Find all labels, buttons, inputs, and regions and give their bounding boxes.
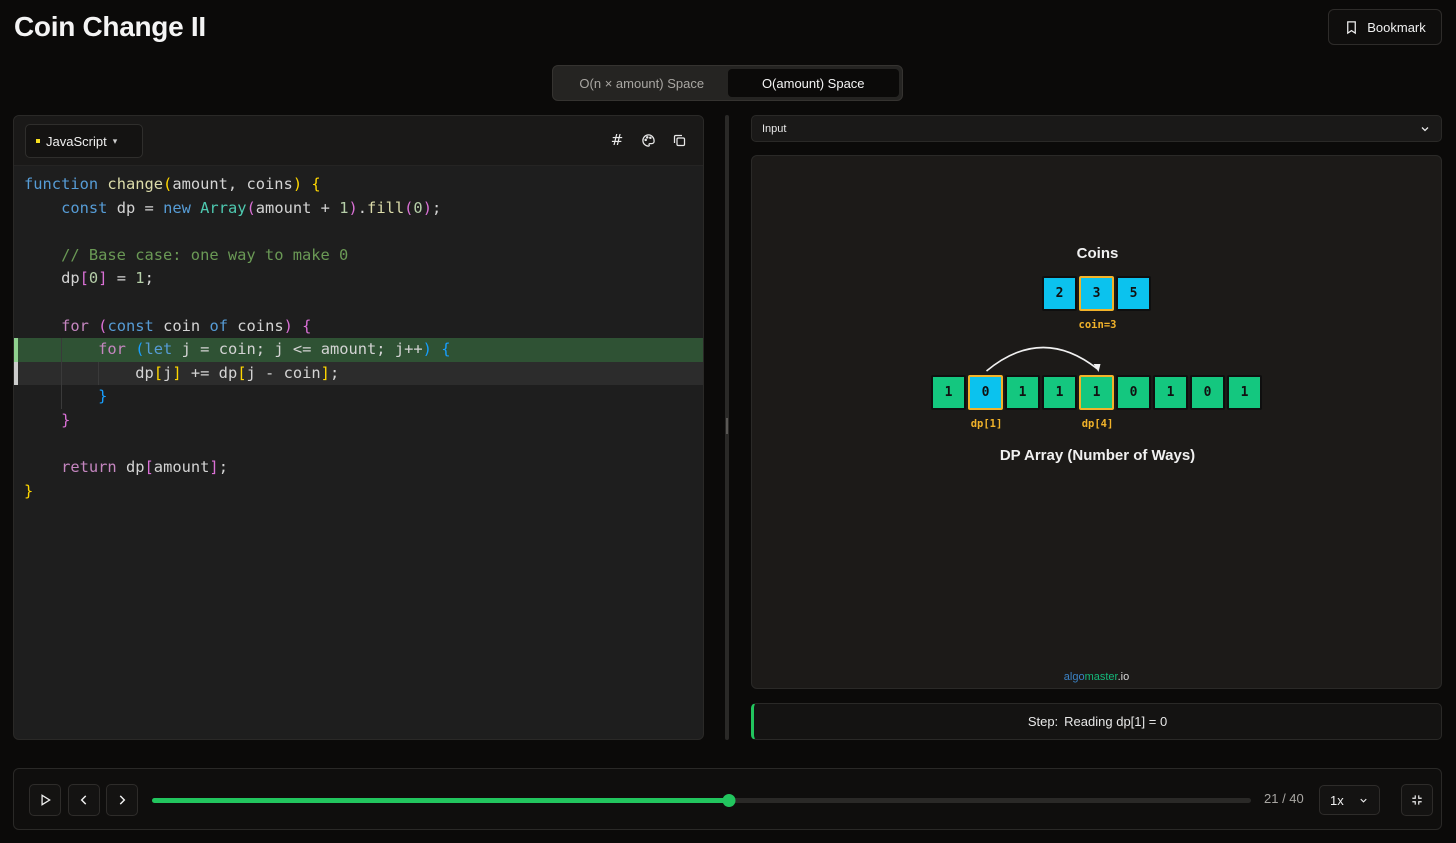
exit-fullscreen-button[interactable] — [1401, 784, 1433, 816]
progress-fill — [152, 798, 729, 803]
palette-icon[interactable] — [640, 132, 656, 148]
coin-cell: 5 — [1116, 276, 1151, 311]
dp-cell: 1 — [1227, 375, 1262, 410]
copy-icon[interactable] — [671, 132, 687, 148]
chevron-right-icon — [119, 795, 126, 805]
coin-cell: 3 — [1079, 276, 1114, 311]
chevron-down-icon: ▾ — [112, 135, 118, 146]
tab-optimized-space[interactable]: O(amount) Space — [727, 69, 899, 97]
code-line: } — [24, 481, 34, 500]
chevron-down-icon — [1421, 126, 1429, 131]
previous-step-button[interactable] — [68, 784, 100, 816]
code-line: function change(amount, coins) { — [24, 175, 321, 193]
progress-slider[interactable] — [152, 794, 1251, 807]
speed-value: 1x — [1330, 792, 1344, 808]
bookmark-label: Bookmark — [1367, 19, 1426, 35]
code-line: } — [61, 410, 71, 429]
brand-watermark: algomaster.io — [752, 671, 1441, 683]
play-button[interactable] — [29, 784, 61, 816]
javascript-icon — [36, 139, 40, 143]
current-coin-label: coin=3 — [1078, 319, 1117, 331]
step-counter: 21 / 40 — [1264, 791, 1304, 806]
brand-part3: .io — [1117, 671, 1130, 683]
code-line: // Base case: one way to make 0 — [61, 245, 349, 264]
arrow-head-icon — [1093, 364, 1101, 372]
coin-cell: 2 — [1042, 276, 1077, 311]
dp-cell: 1 — [1079, 375, 1114, 410]
play-icon — [41, 794, 51, 806]
minimize-icon — [1412, 795, 1422, 805]
progress-handle[interactable] — [722, 794, 736, 807]
dp-write-label: dp[4] — [1081, 418, 1114, 430]
code-line: const dp = new Array(amount + 1).fill(0)… — [61, 198, 442, 217]
input-dropdown[interactable]: Input — [751, 115, 1442, 142]
approach-toggle: O(n × amount) Space O(amount) Space — [552, 65, 903, 101]
indent-guide — [61, 361, 63, 386]
page-title: Coin Change II — [14, 11, 206, 42]
brand-part1: algo — [1063, 671, 1085, 683]
bookmark-button[interactable]: Bookmark — [1328, 9, 1442, 45]
indent-guide — [61, 338, 63, 362]
step-status: Step: Reading dp[1] = 0 — [751, 703, 1442, 740]
code-line: dp[0] = 1; — [61, 269, 154, 288]
indent-guide — [98, 361, 100, 386]
language-select[interactable]: JavaScript ▾ — [25, 124, 143, 158]
dp-cell: 1 — [1153, 375, 1188, 410]
grip-icon — [726, 418, 728, 434]
next-step-button[interactable] — [106, 784, 138, 816]
chevron-down-icon — [1360, 798, 1367, 803]
dp-read-label: dp[1] — [970, 418, 1003, 430]
chevron-left-icon — [80, 795, 87, 805]
code-line: for (let j = coin; j <= amount; j++) { — [14, 338, 703, 362]
code-line: dp[j] += dp[j - coin]; — [14, 361, 703, 386]
speed-select[interactable]: 1x — [1319, 785, 1380, 815]
dp-array-label: DP Array (Number of Ways) — [999, 447, 1196, 464]
bookmark-icon — [1347, 20, 1357, 34]
step-prefix: Step: — [1027, 714, 1059, 729]
code-line: } — [14, 385, 703, 409]
dp-cell: 0 — [968, 375, 1003, 410]
dp-cell: 0 — [1190, 375, 1225, 410]
arrow-path — [985, 346, 1098, 372]
hash-icon[interactable]: # — [609, 131, 625, 149]
visualization-canvas: Coins DP Array (Number of Ways) algomast… — [751, 155, 1442, 689]
dp-cell: 0 — [1116, 375, 1151, 410]
input-label: Input — [762, 122, 787, 135]
dp-cell: 1 — [1005, 375, 1040, 410]
dp-cell: 1 — [931, 375, 966, 410]
code-lines: function change(amount, coins) { const d… — [14, 173, 703, 503]
code-editor-panel: JavaScript ▾ # function change(amount, c… — [13, 115, 704, 740]
indent-guide — [61, 385, 63, 409]
panel-resize-handle[interactable] — [725, 115, 729, 740]
dp-cell: 1 — [1042, 375, 1077, 410]
language-label: JavaScript — [46, 133, 107, 149]
step-text: Reading dp[1] = 0 — [1064, 714, 1168, 729]
tab-full-space[interactable]: O(n × amount) Space — [556, 69, 728, 97]
code-line: return dp[amount]; — [61, 458, 228, 477]
code-line: for (const coin of coins) { — [61, 316, 312, 335]
brand-part2: master — [1084, 671, 1118, 683]
playback-controls: 21 / 40 1x — [13, 768, 1442, 830]
editor-toolbar: JavaScript ▾ # — [14, 116, 703, 166]
